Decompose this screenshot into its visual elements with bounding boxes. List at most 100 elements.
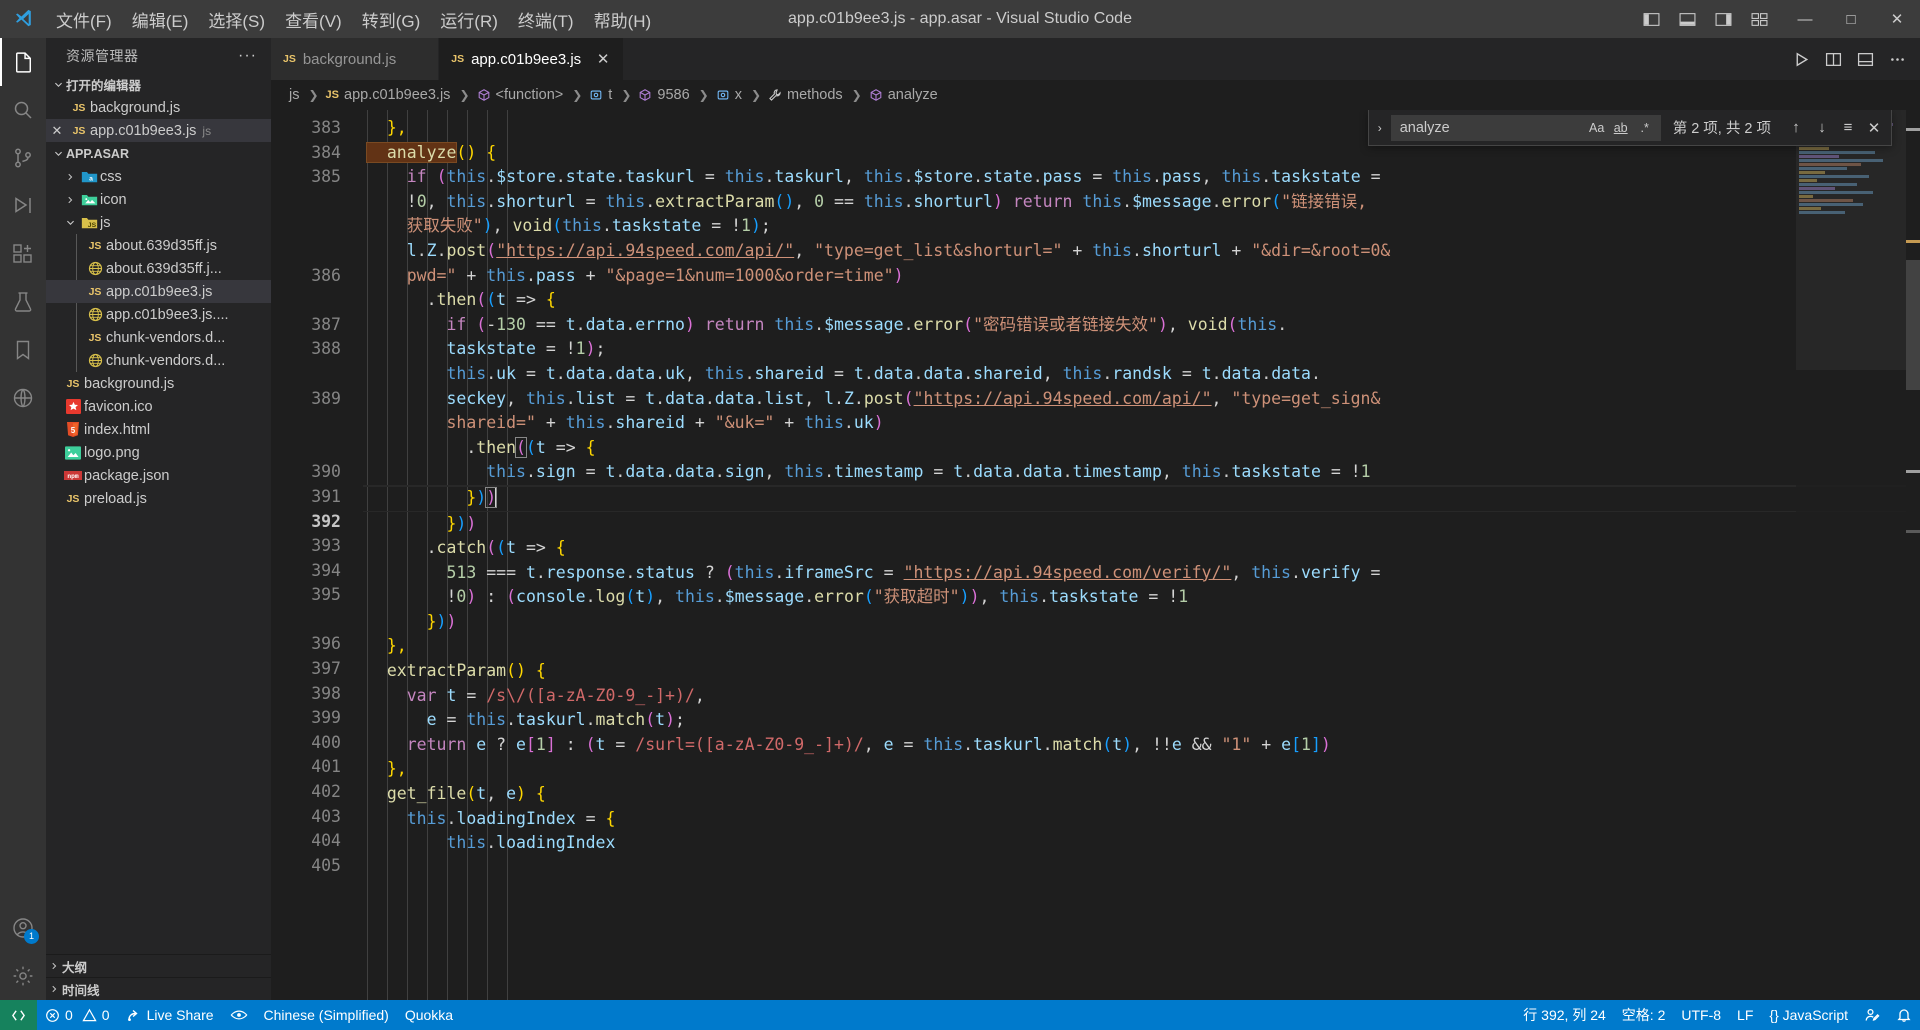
folder-js[interactable]: JS js [46, 211, 271, 234]
code-line-399[interactable]: var t = /s\/([a-zA-Z0-9_-]+)/, [363, 684, 1920, 709]
code-line-386[interactable]: l.Z.post("https://api.94speed.com/api/",… [363, 239, 1920, 288]
regex-icon[interactable]: .* [1634, 117, 1656, 139]
status-remote-indicator[interactable] [0, 1000, 37, 1030]
breadcrumb-file[interactable]: JS app.c01b9ee3.js [326, 87, 453, 103]
file-logo-png[interactable]: logo.png [46, 441, 271, 464]
file-about-map[interactable]: about.639d35ff.j... [46, 257, 271, 280]
code-line-395[interactable]: 513 === t.response.status ? (this.iframe… [363, 561, 1920, 610]
code-line-392[interactable]: })) [363, 485, 1920, 512]
menu-terminal[interactable]: 终端(T) [508, 0, 584, 38]
activity-search[interactable] [0, 86, 46, 134]
window-close-button[interactable]: ✕ [1874, 0, 1920, 38]
window-minimize-button[interactable]: — [1782, 0, 1828, 38]
breadcrumb-methods[interactable]: methods [768, 87, 845, 103]
activity-remote[interactable] [0, 374, 46, 422]
activity-accounts[interactable]: 1 [0, 904, 46, 952]
folder-icon[interactable]: icon [46, 188, 271, 211]
open-editor-background[interactable]: JS background.js [46, 96, 271, 119]
breadcrumb-9586[interactable]: 9586 [638, 87, 691, 103]
status-encoding[interactable]: UTF-8 [1673, 1000, 1729, 1030]
status-eol[interactable]: LF [1729, 1000, 1761, 1030]
close-icon[interactable]: ✕ [593, 50, 613, 68]
activity-source-control[interactable] [0, 134, 46, 182]
window-maximize-button[interactable]: □ [1828, 0, 1874, 38]
code-line-390[interactable]: .then((t => { [363, 436, 1920, 461]
status-live-share[interactable]: Live Share [118, 1000, 222, 1030]
activity-run-debug[interactable] [0, 182, 46, 230]
menu-run[interactable]: 运行(R) [430, 0, 508, 38]
file-index-html[interactable]: 5 index.html [46, 418, 271, 441]
code-line-405[interactable]: this.loadingIndex [363, 831, 1920, 856]
code-line-385[interactable]: if (this.$store.state.taskurl = this.tas… [363, 165, 1920, 239]
section-outline[interactable]: 大纲 [46, 954, 271, 977]
code-line-404[interactable]: this.loadingIndex = { [363, 807, 1920, 832]
open-editor-app[interactable]: ✕ JS app.c01b9ee3.js js [46, 119, 271, 142]
code-line-391[interactable]: this.sign = t.data.data.sign, this.times… [363, 460, 1920, 485]
breadcrumb-analyze[interactable]: analyze [869, 87, 940, 103]
customize-layout-icon[interactable] [1742, 4, 1776, 34]
code-line-388[interactable]: if (-130 == t.data.errno) return this.$m… [363, 313, 1920, 362]
run-file-button[interactable] [1786, 44, 1816, 74]
code-editor[interactable]: 383 384 385 386 387 388 389 390 391 392 [271, 110, 1920, 1000]
code-line-400[interactable]: e = this.taskurl.match(t); [363, 708, 1920, 733]
status-eye[interactable] [222, 1000, 256, 1030]
code-content[interactable]: }, analyze() { if (this.$store.state.tas… [363, 110, 1920, 1000]
find-close-icon[interactable]: ✕ [1861, 115, 1887, 141]
editor-scrollbar[interactable] [1906, 110, 1920, 1000]
activity-settings[interactable] [0, 952, 46, 1000]
activity-extensions[interactable] [0, 230, 46, 278]
find-widget[interactable]: › analyze Aa ab .* 第 2 项, 共 2 项 ↑ ↓ ≡ [1368, 110, 1892, 146]
find-in-selection-icon[interactable]: ≡ [1835, 115, 1861, 141]
close-icon[interactable]: ✕ [46, 123, 68, 139]
section-root-folder[interactable]: APP.ASAR [46, 142, 271, 165]
code-line-401[interactable]: return e ? e[1] : (t = /surl=([a-zA-Z0-9… [363, 733, 1920, 758]
match-case-icon[interactable]: Aa [1586, 117, 1608, 139]
breadcrumb-x[interactable]: x [716, 87, 744, 103]
breadcrumb-js[interactable]: js [289, 87, 301, 103]
more-actions-button[interactable] [1882, 44, 1912, 74]
tab-background-js[interactable]: JS background.js ✕ [271, 38, 439, 80]
status-quokka[interactable]: Quokka [397, 1000, 461, 1030]
toggle-secondary-sidebar-icon[interactable] [1706, 4, 1740, 34]
status-problems[interactable]: 0 0 [37, 1000, 118, 1030]
code-line-387[interactable]: .then((t => { [363, 288, 1920, 313]
code-line-398[interactable]: extractParam() { [363, 659, 1920, 684]
menu-edit[interactable]: 编辑(E) [122, 0, 199, 38]
close-icon[interactable]: ✕ [408, 50, 428, 68]
section-timeline[interactable]: 时间线 [46, 977, 271, 1000]
whole-word-icon[interactable]: ab [1610, 117, 1632, 139]
code-line-393[interactable]: })) [363, 512, 1920, 537]
code-line-389[interactable]: this.uk = t.data.data.uk, this.shareid =… [363, 362, 1920, 436]
status-feedback[interactable] [1856, 1000, 1888, 1030]
menu-bar[interactable]: 文件(F) 编辑(E) 选择(S) 查看(V) 转到(G) 运行(R) 终端(T… [46, 0, 661, 38]
toggle-panel-icon[interactable] [1670, 4, 1704, 34]
tab-app-js[interactable]: JS app.c01b9ee3.js ✕ [439, 38, 624, 80]
file-favicon[interactable]: favicon.ico [46, 395, 271, 418]
sidebar-more-actions-icon[interactable]: ··· [232, 47, 263, 65]
menu-help[interactable]: 帮助(H) [584, 0, 662, 38]
menu-go[interactable]: 转到(G) [352, 0, 431, 38]
file-app-js[interactable]: JS app.c01b9ee3.js [46, 280, 271, 303]
file-preload-js[interactable]: JS preload.js [46, 487, 271, 510]
file-chunk-js[interactable]: JS chunk-vendors.d... [46, 326, 271, 349]
section-open-editors[interactable]: 打开的编辑器 [46, 73, 271, 96]
activity-explorer[interactable] [0, 38, 46, 86]
breadcrumb-function[interactable]: <function> [477, 87, 566, 103]
status-indentation[interactable]: 空格: 2 [1614, 1000, 1674, 1030]
find-next-icon[interactable]: ↓ [1809, 115, 1835, 141]
code-line-394[interactable]: .catch((t => { [363, 536, 1920, 561]
file-package-json[interactable]: npm package.json [46, 464, 271, 487]
breadcrumb-t[interactable]: t [589, 87, 614, 103]
file-background-js[interactable]: JS background.js [46, 372, 271, 395]
code-line-403[interactable]: get_file(t, e) { [363, 782, 1920, 807]
toggle-primary-sidebar-icon[interactable] [1634, 4, 1668, 34]
activity-bookmarks[interactable] [0, 326, 46, 374]
toggle-replace-icon[interactable]: › [1369, 121, 1391, 135]
split-editor-button[interactable] [1818, 44, 1848, 74]
file-chunk-map[interactable]: chunk-vendors.d... [46, 349, 271, 372]
toggle-layout-button[interactable] [1850, 44, 1880, 74]
status-cursor-position[interactable]: 行 392, 列 24 [1515, 1000, 1614, 1030]
code-line-396[interactable]: })) [363, 610, 1920, 635]
editor-scrollbar-thumb[interactable] [1906, 260, 1920, 390]
code-line-397[interactable]: }, [363, 634, 1920, 659]
